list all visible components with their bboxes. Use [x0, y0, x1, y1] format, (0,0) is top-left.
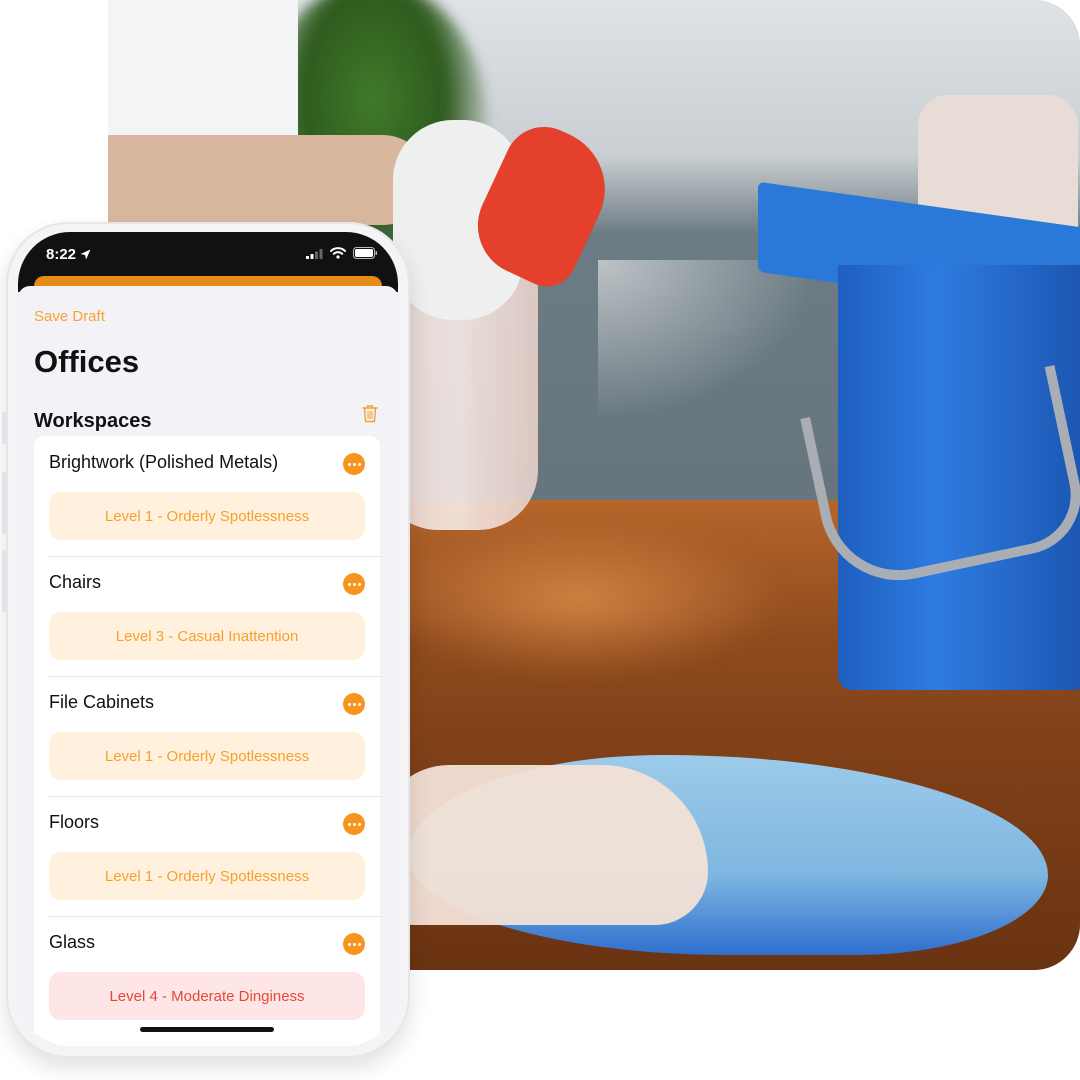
- more-options-button[interactable]: [343, 453, 365, 475]
- phone-volume-up: [2, 472, 6, 534]
- home-indicator[interactable]: [140, 1027, 274, 1032]
- item-name: Glass: [49, 932, 96, 952]
- more-options-button[interactable]: [343, 813, 365, 835]
- more-options-button[interactable]: [343, 573, 365, 595]
- wifi-icon: [330, 247, 346, 259]
- workspace-list: Brightwork (Polished Metals) Level 1 - O…: [34, 436, 380, 1046]
- more-options-button[interactable]: [343, 693, 365, 715]
- item-name: File Cabinets: [49, 692, 155, 712]
- photo-arm: [108, 135, 428, 225]
- photo-blue-bucket: [758, 95, 1080, 690]
- modal-sheet: Save Draft Offices Workspaces Brightwork…: [18, 286, 398, 1046]
- ellipsis-icon: [347, 462, 351, 466]
- list-item: Chairs Level 3 - Casual Inattention: [34, 556, 380, 676]
- list-item: Brightwork (Polished Metals) Level 1 - O…: [34, 436, 380, 556]
- ellipsis-icon: [347, 702, 351, 706]
- phone-volume-down: [2, 550, 6, 612]
- save-draft-button[interactable]: Save Draft: [34, 308, 105, 325]
- photo-table-highlight: [368, 520, 788, 680]
- photo-wiping-hand: [378, 765, 708, 925]
- delete-section-button[interactable]: [362, 404, 378, 428]
- battery-icon: [353, 247, 378, 259]
- level-selector[interactable]: Level 1 - Orderly Spotlessness: [49, 852, 365, 900]
- list-item: File Cabinets Level 1 - Orderly Spotless…: [34, 676, 380, 796]
- list-item: Floors Level 1 - Orderly Spotlessness: [34, 796, 380, 916]
- section-title: Workspaces: [34, 410, 152, 432]
- status-icons: [306, 247, 378, 259]
- cellular-signal-icon: [306, 248, 323, 259]
- phone-mockup: 8:22 Save Draft Offices Workspaces Brigh…: [2, 222, 410, 1058]
- level-selector[interactable]: Level 3 - Casual Inattention: [49, 612, 365, 660]
- item-name: Brightwork (Polished Metals): [49, 452, 279, 472]
- item-name: Floors: [49, 812, 100, 832]
- level-selector[interactable]: Level 4 - Moderate Dinginess: [49, 972, 365, 1020]
- ellipsis-icon: [347, 582, 351, 586]
- page-title: Offices: [34, 344, 140, 379]
- ellipsis-icon: [347, 822, 351, 826]
- status-time: 8:22: [46, 246, 91, 263]
- trash-icon: [362, 405, 378, 423]
- phone-mute-switch: [2, 412, 6, 444]
- level-selector[interactable]: Level 1 - Orderly Spotlessness: [49, 492, 365, 540]
- location-arrow-icon: [80, 249, 91, 260]
- phone-screen: 8:22 Save Draft Offices Workspaces Brigh…: [18, 232, 398, 1046]
- status-time-text: 8:22: [46, 246, 77, 263]
- level-selector[interactable]: Level 1 - Orderly Spotlessness: [49, 732, 365, 780]
- more-options-button[interactable]: [343, 933, 365, 955]
- status-bar: 8:22: [18, 232, 398, 300]
- ellipsis-icon: [347, 942, 351, 946]
- list-item: Glass Level 4 - Moderate Dinginess: [34, 916, 380, 1036]
- item-name: Chairs: [49, 572, 102, 592]
